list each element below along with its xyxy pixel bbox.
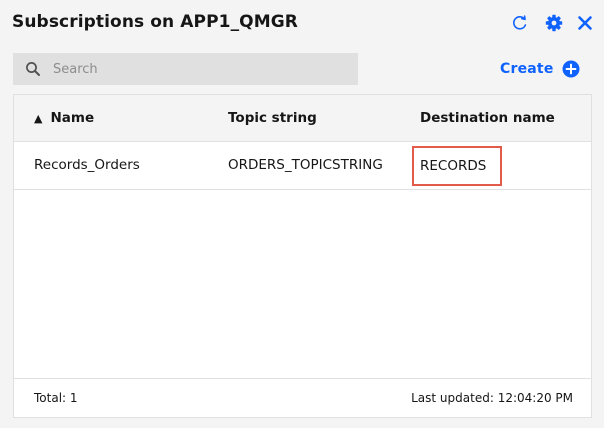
sort-ascending-icon: ▲ — [34, 112, 43, 125]
search-icon — [25, 61, 41, 77]
add-circle-icon — [562, 60, 580, 78]
column-header-topic-string[interactable]: Topic string — [228, 95, 317, 141]
last-updated: Last updated: 12:04:20 PM — [411, 391, 573, 405]
search-input[interactable] — [53, 53, 353, 85]
cell-topic-string: ORDERS_TOPICSTRING — [228, 157, 383, 173]
column-header-name-label: Name — [50, 110, 95, 126]
close-icon[interactable] — [574, 12, 596, 34]
create-label: Create — [500, 61, 554, 77]
subscriptions-table: ▲ Name Topic string Destination name Reco… — [13, 94, 592, 418]
panel-header: Subscriptions on APP1_QMGR — [0, 0, 604, 50]
column-header-destination-name[interactable]: Destination name — [420, 95, 555, 141]
table-row[interactable]: Records_Orders ORDERS_TOPICSTRING RECORD… — [14, 142, 591, 190]
page-title: Subscriptions on APP1_QMGR — [12, 12, 298, 32]
create-button[interactable]: Create — [500, 58, 580, 80]
search-box[interactable] — [13, 53, 358, 85]
cell-destination-name: RECORDS — [412, 146, 502, 186]
total-count: Total: 1 — [34, 391, 78, 405]
column-header-name[interactable]: ▲ Name — [34, 95, 94, 141]
cell-name: Records_Orders — [34, 157, 140, 173]
table-footer: Total: 1 Last updated: 12:04:20 PM — [14, 378, 591, 417]
refresh-icon[interactable] — [509, 12, 531, 34]
gear-icon[interactable] — [543, 12, 565, 34]
table-header: ▲ Name Topic string Destination name — [14, 95, 591, 142]
